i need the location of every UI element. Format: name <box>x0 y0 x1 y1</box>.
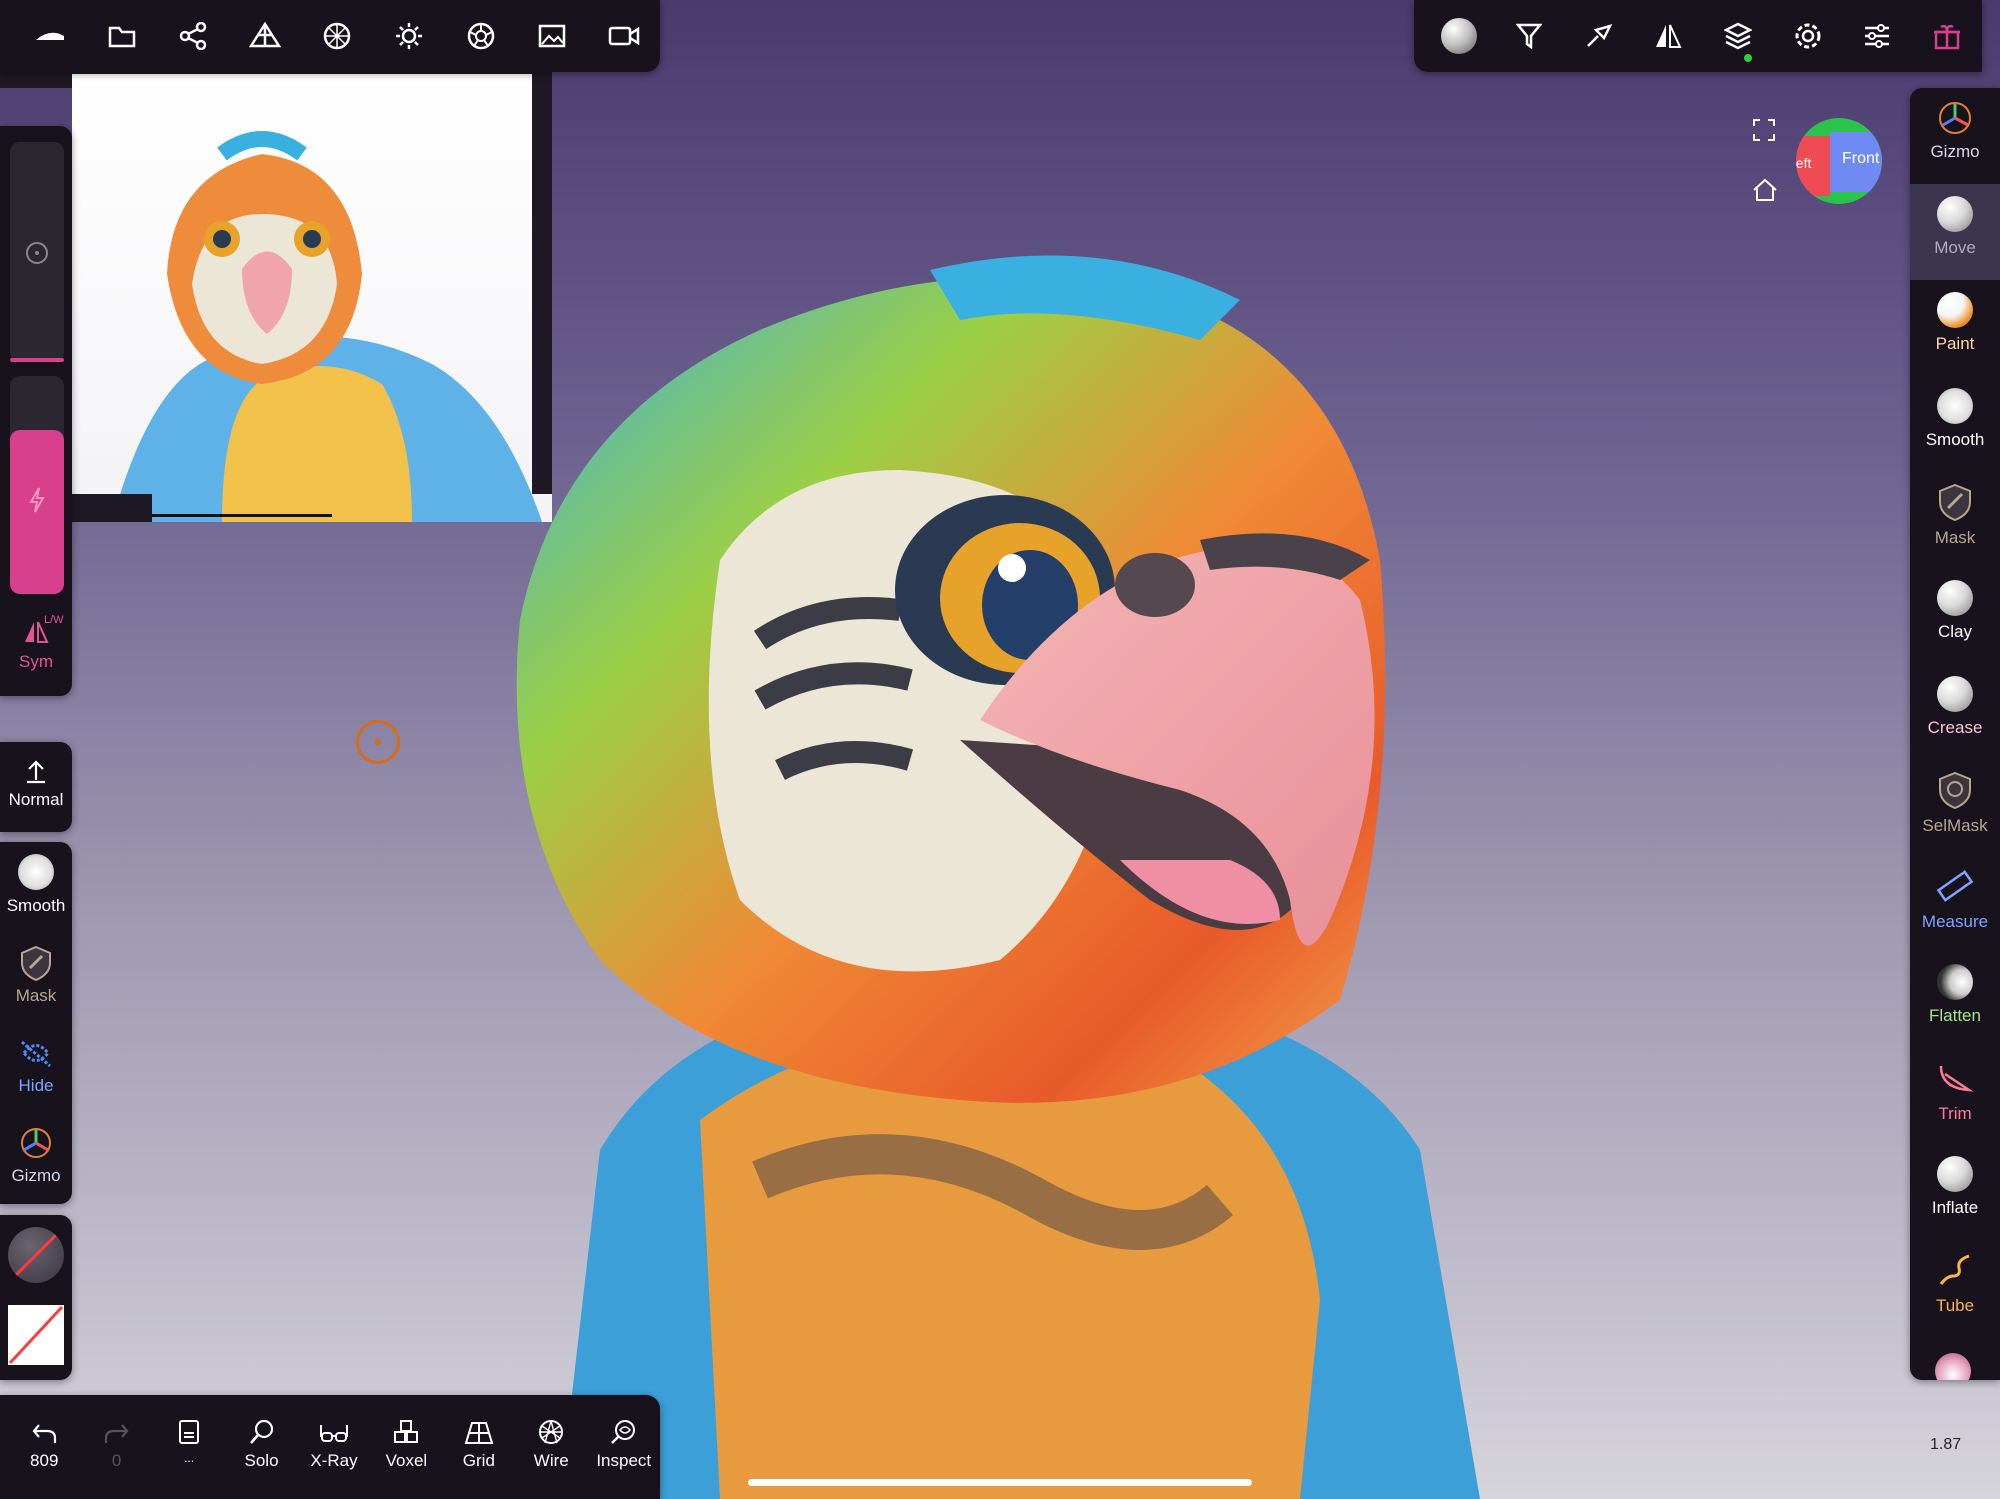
color-panel <box>0 1215 72 1380</box>
arrow-up-icon <box>25 758 47 784</box>
home-icon[interactable] <box>1752 178 1778 202</box>
ruler-icon <box>1935 866 1975 906</box>
move-sphere-icon <box>1937 196 1973 232</box>
lightning-icon <box>27 486 47 514</box>
solo-button[interactable]: Solo <box>225 1395 297 1499</box>
quick-tool-gizmo[interactable]: Gizmo <box>0 1124 72 1186</box>
radius-slider[interactable] <box>10 142 64 362</box>
folder-icon[interactable] <box>86 0 158 72</box>
quick-tool-smooth[interactable]: Smooth <box>0 854 72 916</box>
tube-icon <box>1935 1250 1975 1290</box>
tool-selmask[interactable]: SelMask <box>1910 760 2000 856</box>
normal-label: Normal <box>8 790 64 809</box>
tool-more[interactable] <box>1935 1353 1975 1380</box>
mesh-icon[interactable] <box>229 0 301 72</box>
view-cube-left-label: Left <box>1796 155 1812 171</box>
clay-sphere-icon <box>1937 580 1973 616</box>
quick-tool-hide[interactable]: Hide <box>0 1034 72 1096</box>
solo-search-icon <box>225 1395 297 1445</box>
document-button[interactable]: ... <box>153 1395 225 1499</box>
light-icon[interactable] <box>373 0 445 72</box>
tool-smooth[interactable]: Smooth <box>1910 376 2000 472</box>
grid-button[interactable]: Grid <box>443 1395 515 1499</box>
bottom-toolbar: 809 0 ... Solo X-Ray Voxel Grid Wire Ins… <box>0 1395 660 1499</box>
topology-icon[interactable] <box>301 0 373 72</box>
xray-glasses-icon <box>298 1395 370 1445</box>
image-icon[interactable] <box>516 0 588 72</box>
sliders-icon[interactable] <box>1843 0 1913 72</box>
sym-badge: L/W <box>44 614 64 626</box>
mask-shield-icon <box>18 944 54 982</box>
voxel-icon <box>370 1395 442 1445</box>
color-swatch[interactable] <box>8 1305 64 1365</box>
redo-button[interactable]: 0 <box>80 1395 152 1499</box>
flatten-sphere-icon <box>1937 964 1973 1000</box>
tool-gizmo[interactable]: Gizmo <box>1910 88 2000 184</box>
view-cube[interactable]: Left Front <box>1796 118 1882 204</box>
brush-cursor <box>356 720 400 764</box>
smooth-sphere-icon <box>1937 388 1973 424</box>
material-swatch[interactable] <box>8 1227 64 1283</box>
camera-icon[interactable] <box>588 0 660 72</box>
gizmo-icon <box>1935 98 1975 138</box>
tool-inflate[interactable]: Inflate <box>1910 1144 2000 1240</box>
undo-icon <box>8 1395 80 1445</box>
tool-measure[interactable]: Measure <box>1910 856 2000 952</box>
hide-icon <box>16 1034 56 1072</box>
gift-icon[interactable] <box>1912 0 1982 72</box>
paint-sphere-icon <box>1937 292 1973 328</box>
wire-icon <box>515 1395 587 1445</box>
quick-tools-panel: Smooth Mask Hide Gizmo <box>0 842 72 1204</box>
symmetry-icon[interactable] <box>1633 0 1703 72</box>
layers-icon[interactable] <box>1703 0 1773 72</box>
xray-button[interactable]: X-Ray <box>298 1395 370 1499</box>
nomad-logo-icon[interactable] <box>14 0 86 72</box>
tool-crease[interactable]: Crease <box>1910 664 2000 760</box>
document-icon <box>153 1395 225 1445</box>
tool-mask[interactable]: Mask <box>1910 472 2000 568</box>
right-toolbar <box>1414 0 1982 72</box>
tool-palette: Gizmo Move Paint Smooth Mask Clay Crease… <box>1910 88 2000 1380</box>
mask-shield-icon <box>1935 482 1975 522</box>
home-indicator[interactable] <box>748 1479 1252 1486</box>
tool-flatten[interactable]: Flatten <box>1910 952 2000 1048</box>
reference-image[interactable] <box>72 74 552 522</box>
tool-trim[interactable]: Trim <box>1910 1048 2000 1144</box>
tool-move[interactable]: Move <box>1910 184 2000 280</box>
inspect-icon <box>588 1395 660 1445</box>
gizmo-icon <box>17 1124 55 1162</box>
version-label: 1.87 <box>1930 1436 1962 1453</box>
fullscreen-icon[interactable] <box>1752 118 1776 142</box>
filter-icon[interactable] <box>1494 0 1564 72</box>
undo-button[interactable]: 809 <box>8 1395 80 1499</box>
material-sphere-icon[interactable] <box>1424 0 1494 72</box>
scene-graph-icon[interactable] <box>158 0 230 72</box>
tool-paint[interactable]: Paint <box>1910 280 2000 376</box>
material-icon[interactable] <box>445 0 517 72</box>
radius-icon <box>26 242 48 264</box>
brush-settings-panel: L/W Sym <box>0 126 72 696</box>
redo-icon <box>80 1395 152 1445</box>
gear-icon[interactable] <box>1773 0 1843 72</box>
crease-sphere-icon <box>1937 676 1973 712</box>
inflate-sphere-icon <box>1937 1156 1973 1192</box>
symmetry-toggle[interactable]: L/W Sym <box>0 606 72 686</box>
brush-icon[interactable] <box>1564 0 1634 72</box>
view-cube-front-label: Front <box>1842 150 1880 167</box>
selmask-shield-icon <box>1935 770 1975 810</box>
stroke-mode-button[interactable]: Normal <box>0 742 72 832</box>
smooth-sphere-icon <box>18 854 54 890</box>
voxel-button[interactable]: Voxel <box>370 1395 442 1499</box>
grid-icon <box>443 1395 515 1445</box>
sym-label: Sym <box>19 652 53 671</box>
tool-clay[interactable]: Clay <box>1910 568 2000 664</box>
inspect-button[interactable]: Inspect <box>588 1395 660 1499</box>
intensity-slider[interactable] <box>10 376 64 594</box>
quick-tool-mask[interactable]: Mask <box>0 944 72 1006</box>
tool-tube[interactable]: Tube <box>1910 1240 2000 1336</box>
main-toolbar <box>0 0 660 72</box>
trim-icon <box>1935 1058 1975 1098</box>
wire-button[interactable]: Wire <box>515 1395 587 1499</box>
